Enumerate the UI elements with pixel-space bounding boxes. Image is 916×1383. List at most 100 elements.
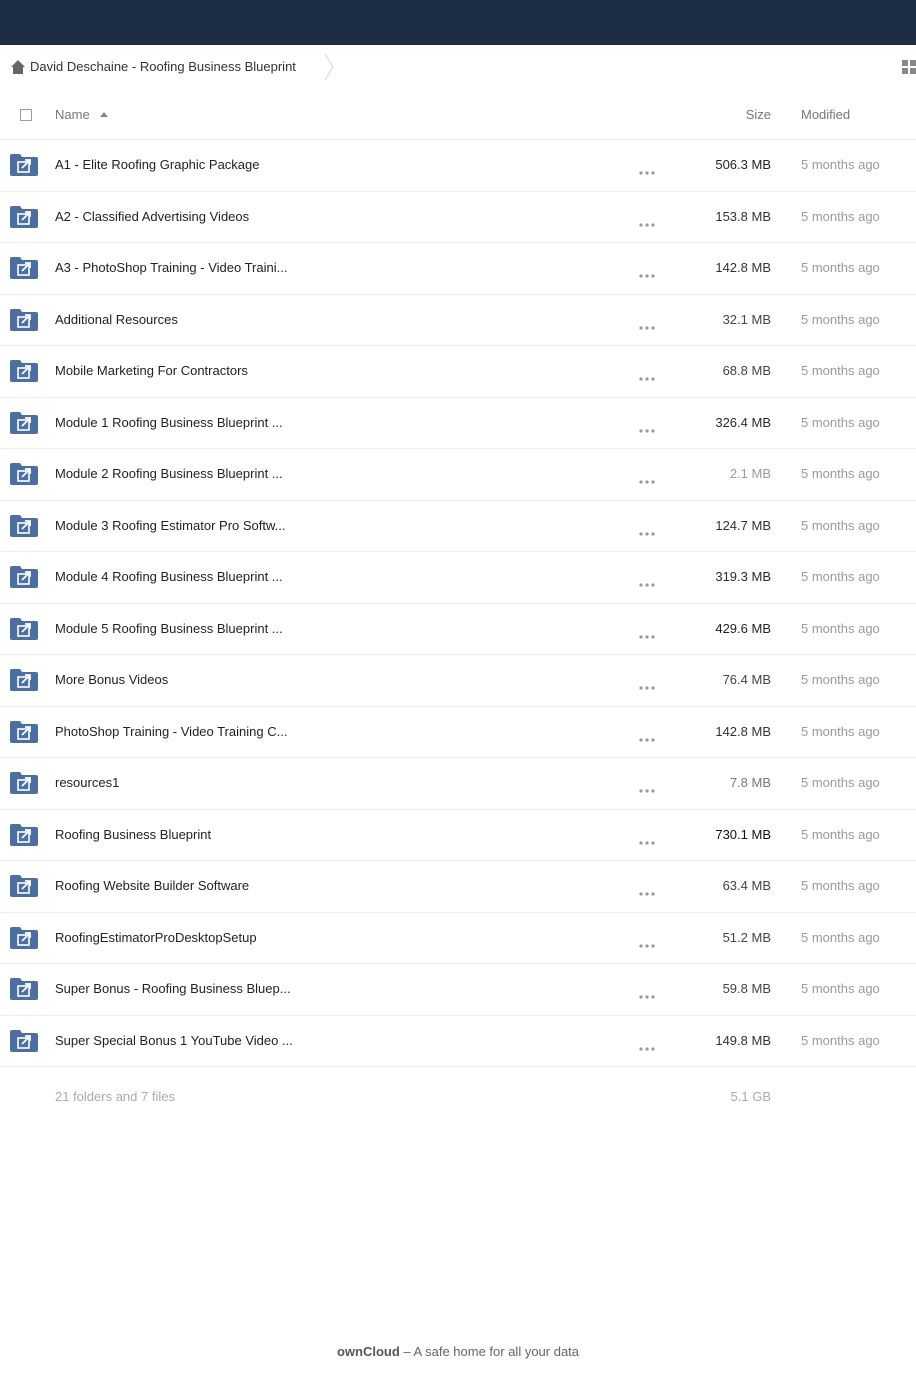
shared-folder-icon[interactable] [10,514,38,537]
more-actions-icon[interactable] [639,936,655,948]
file-row[interactable]: Additional Resources 32.1 MB 5 months ago [0,295,916,346]
file-modified: 5 months ago [801,208,880,224]
file-row[interactable]: resources1 7.8 MB 5 months ago [0,758,916,810]
shared-folder-icon[interactable] [10,411,38,434]
file-size: 326.4 MB [715,414,771,430]
shared-folder-icon[interactable] [10,463,38,485]
shared-folder-icon[interactable] [10,154,38,176]
more-actions-icon[interactable] [639,627,655,639]
file-list-header: Name Size Modified [0,89,916,140]
shared-folder-icon[interactable] [10,875,38,897]
file-row[interactable]: RoofingEstimatorProDesktopSetup 51.2 MB 5 … [0,913,916,964]
file-row[interactable]: More Bonus Videos 76.4 MB 5 months ago [0,655,916,707]
column-header-size[interactable]: Size [746,106,771,124]
file-modified: 5 months ago [801,723,880,739]
file-name[interactable]: PhotoShop Training - Video Training C... [55,723,287,741]
file-row[interactable]: Module 5 Roofing Business Blueprint ... 4… [0,604,916,655]
file-name[interactable]: Module 4 Roofing Business Blueprint ... [55,568,283,586]
file-name[interactable]: RoofingEstimatorProDesktopSetup [55,929,257,947]
more-actions-icon[interactable] [639,215,655,227]
more-actions-icon[interactable] [639,266,655,278]
file-modified: 5 months ago [801,569,880,584]
file-name[interactable]: Mobile Marketing For Contractors [55,362,248,380]
file-name[interactable]: A3 - PhotoShop Training - Video Traini..… [55,259,287,277]
more-actions-icon[interactable] [639,678,655,690]
breadcrumb-separator-icon [322,53,336,81]
shared-folder-icon[interactable] [10,257,38,279]
file-modified: 5 months ago [801,1032,880,1048]
file-row[interactable]: Super Bonus - Roofing Business Bluep... 5… [0,964,916,1016]
footer-brand[interactable]: ownCloud [337,1344,400,1359]
file-size: 153.8 MB [715,208,771,224]
more-actions-icon[interactable] [639,163,655,175]
home-icon[interactable] [10,59,26,75]
shared-folder-icon[interactable] [10,360,38,382]
file-row[interactable]: Roofing Website Builder Software 63.4 MB 5… [0,861,916,913]
shared-folder-icon[interactable] [10,823,38,846]
shared-folder-icon[interactable] [10,926,38,949]
file-row[interactable]: A3 - PhotoShop Training - Video Traini..… [0,243,916,295]
file-name[interactable]: Additional Resources [55,311,178,329]
column-header-name[interactable]: Name [55,106,90,124]
file-row[interactable]: PhotoShop Training - Video Training C...… [0,707,916,758]
sort-ascending-icon [100,112,108,117]
file-modified: 5 months ago [801,414,880,430]
file-row[interactable]: Module 4 Roofing Business Blueprint ... 3… [0,552,916,604]
file-modified: 5 months ago [801,981,880,996]
file-row[interactable]: Mobile Marketing For Contractors 68.8 MB 5… [0,346,916,398]
file-name[interactable]: Roofing Business Blueprint [55,826,211,844]
more-actions-icon[interactable] [639,884,655,896]
shared-folder-icon[interactable] [10,720,38,743]
file-modified: 5 months ago [801,672,880,687]
grid-view-icon[interactable] [902,59,916,75]
file-row[interactable]: A2 - Classified Advertising Videos 153.8 … [0,192,916,243]
more-actions-icon[interactable] [639,730,655,742]
file-modified: 5 months ago [801,826,880,842]
select-all-checkbox[interactable] [20,109,32,121]
shared-folder-icon[interactable] [10,308,38,331]
file-name[interactable]: Module 2 Roofing Business Blueprint ... [55,465,283,483]
file-name[interactable]: resources1 [55,774,119,792]
file-row[interactable]: Module 1 Roofing Business Blueprint ... 3… [0,398,916,449]
file-name[interactable]: Module 3 Roofing Estimator Pro Softw... [55,517,286,535]
shared-folder-icon[interactable] [10,617,38,640]
top-bar [0,0,916,45]
breadcrumb-current[interactable]: David Deschaine - Roofing Business Bluep… [30,58,296,76]
more-actions-icon[interactable] [639,524,655,536]
shared-folder-icon[interactable] [10,772,38,794]
file-row[interactable]: Super Special Bonus 1 YouTube Video ... 1… [0,1016,916,1067]
file-row[interactable]: Module 2 Roofing Business Blueprint ... 2… [0,449,916,501]
file-name[interactable]: A2 - Classified Advertising Videos [55,208,249,226]
file-name[interactable]: More Bonus Videos [55,671,168,689]
shared-folder-icon[interactable] [10,669,38,691]
file-name[interactable]: Roofing Website Builder Software [55,877,249,895]
more-actions-icon[interactable] [639,781,655,793]
more-actions-icon[interactable] [639,369,655,381]
shared-folder-icon[interactable] [10,205,38,228]
more-actions-icon[interactable] [639,987,655,999]
file-name[interactable]: Module 1 Roofing Business Blueprint ... [55,414,283,432]
file-name[interactable]: Super Bonus - Roofing Business Bluep... [55,980,291,998]
file-name[interactable]: Super Special Bonus 1 YouTube Video ... [55,1032,293,1050]
file-row[interactable]: A1 - Elite Roofing Graphic Package 506.3 … [0,140,916,192]
shared-folder-icon[interactable] [10,978,38,1000]
file-modified: 5 months ago [801,311,880,327]
file-row[interactable]: Module 3 Roofing Estimator Pro Softw... 1… [0,501,916,552]
file-name[interactable]: A1 - Elite Roofing Graphic Package [55,156,260,174]
file-size: 32.1 MB [722,311,771,327]
file-name[interactable]: Module 5 Roofing Business Blueprint ... [55,620,283,638]
more-actions-icon[interactable] [639,1039,655,1051]
more-actions-icon[interactable] [639,421,655,433]
shared-folder-icon[interactable] [10,1029,38,1052]
file-size: 7.8 MB [729,775,771,790]
file-size: 51.2 MB [722,929,771,945]
more-actions-icon[interactable] [639,575,655,587]
shared-folder-icon[interactable] [10,566,38,588]
column-header-modified[interactable]: Modified [801,106,850,124]
more-actions-icon[interactable] [639,318,655,330]
more-actions-icon[interactable] [639,833,655,845]
file-size: 68.8 MB [722,363,771,378]
more-actions-icon[interactable] [639,472,655,484]
file-row[interactable]: Roofing Business Blueprint 730.1 MB 5 mont… [0,810,916,861]
file-size: 59.8 MB [722,981,771,996]
